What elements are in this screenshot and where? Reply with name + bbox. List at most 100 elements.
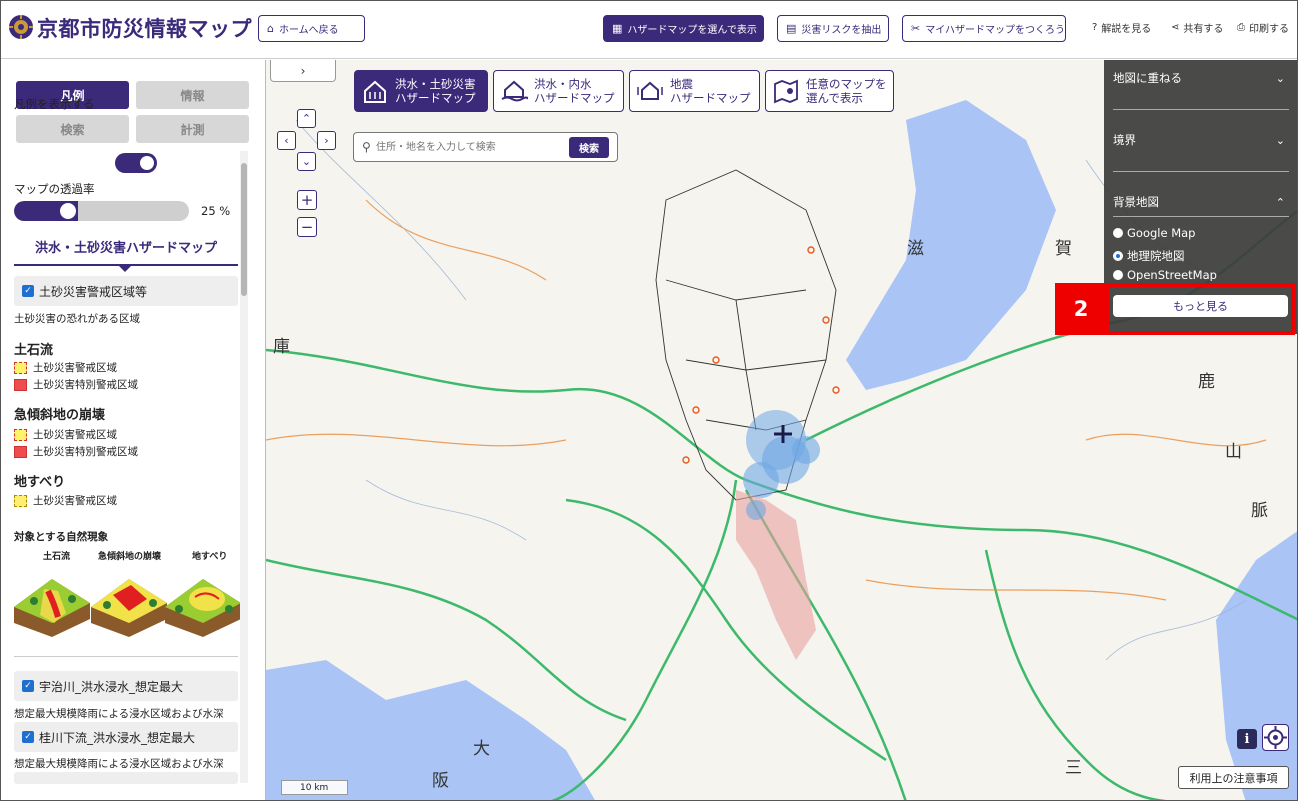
map-label: 鹿 (1198, 372, 1215, 392)
tab-flood-inland[interactable]: 洪水・内水 ハザードマップ (493, 70, 624, 112)
basemap-option-label: Google Map (1127, 226, 1196, 240)
zoom-out-button[interactable]: − (297, 217, 317, 237)
sidebar-divider (14, 656, 238, 657)
show-legend-label: 凡例を表示する (14, 97, 95, 111)
map-scale: 10 km (281, 780, 348, 795)
pan-down-button[interactable]: ⌄ (297, 152, 316, 171)
flooded-house-icon (501, 80, 528, 102)
basemap-option-gsi[interactable]: 地理院地図 (1113, 248, 1185, 264)
app-frame: 京都市防災情報マップ ⌂ ホームへ戻る ▦ ハザードマップを選んで表示 ▤ 災害… (0, 0, 1298, 801)
zoom-in-button[interactable]: + (297, 190, 317, 210)
chevron-down-icon: ⌄ (301, 155, 312, 168)
pan-up-button[interactable]: ⌃ (297, 109, 316, 128)
basemap-option-osm[interactable]: OpenStreetMap (1113, 268, 1217, 281)
pan-right-button[interactable]: › (317, 131, 336, 150)
current-location-button[interactable] (1262, 724, 1289, 751)
map-label: 三 (1065, 758, 1082, 778)
opacity-slider[interactable] (14, 201, 189, 221)
phenomena-label: 土石流 (43, 552, 71, 562)
chevron-down-icon[interactable]: ⌄ (1276, 72, 1285, 85)
search-input[interactable] (376, 138, 566, 156)
legend-swatch (14, 445, 27, 458)
opacity-value: 25 % (201, 204, 231, 218)
layer-katsura-toggle[interactable]: ✓ 桂川下流_洪水浸水_想定最大 (14, 722, 238, 752)
home-button[interactable]: ⌂ ホームへ戻る (258, 15, 365, 42)
tab-measure[interactable]: 計測 (136, 115, 249, 143)
divider (1113, 216, 1289, 217)
header: 京都市防災情報マップ ⌂ ホームへ戻る ▦ ハザードマップを選んで表示 ▤ 災害… (1, 1, 1297, 59)
tab-line2: ハザードマップ (534, 91, 615, 105)
phenomena-title: 対象とする自然現象 (14, 531, 109, 543)
legend-swatch (14, 378, 27, 391)
annotation-highlight-box (1105, 283, 1295, 335)
legend-swatch (14, 494, 27, 507)
tab-custom-map[interactable]: 任意のマップを 選んで表示 (765, 70, 894, 112)
my-hazard-map-button[interactable]: ✂ マイハザードマップをつくろう (902, 15, 1066, 42)
chevron-left-icon: ‹ (284, 134, 289, 147)
pan-left-button[interactable]: ‹ (277, 131, 296, 150)
radio-icon[interactable] (1113, 269, 1123, 280)
tab-flood-sediment[interactable]: 洪水・土砂災害 ハザードマップ (354, 70, 488, 112)
divider (1113, 109, 1289, 110)
chevron-up-icon[interactable]: ⌃ (1276, 196, 1285, 209)
legend-item: 土砂災害特別警戒区域 (14, 444, 138, 459)
tab-earthquake[interactable]: 地震 ハザードマップ (629, 70, 760, 112)
search-icon: ⚲ (362, 140, 371, 154)
tab-search[interactable]: 検索 (16, 115, 129, 143)
minus-icon: − (300, 218, 314, 236)
city-crest-icon (9, 15, 33, 39)
map-label: 山 (1225, 442, 1242, 462)
map-pin-icon (774, 79, 798, 104)
print-link-label: 印刷する (1249, 24, 1289, 35)
select-hazard-button[interactable]: ▦ ハザードマップを選んで表示 (603, 15, 764, 42)
map-label: 脈 (1251, 501, 1268, 521)
checkbox-checked-icon[interactable]: ✓ (22, 285, 34, 297)
radio-icon[interactable] (1113, 228, 1123, 238)
show-legend-toggle[interactable] (115, 153, 157, 173)
landslide-title: 地すべり (14, 475, 66, 490)
boundary-title[interactable]: 境界 (1113, 132, 1136, 148)
checkbox-checked-icon[interactable]: ✓ (22, 680, 34, 692)
info-icon[interactable]: i (1237, 729, 1257, 749)
legend-item-label: 土砂災害特別警戒区域 (33, 379, 138, 391)
share-link[interactable]: ⋖ 共有する (1171, 20, 1223, 35)
basemap-title[interactable]: 背景地図 (1113, 194, 1159, 210)
select-hazard-label: ハザードマップを選んで表示 (627, 25, 757, 36)
legend-item: 土砂災害警戒区域 (14, 427, 117, 442)
basemap-option-label: OpenStreetMap (1127, 268, 1217, 281)
chevron-down-icon[interactable]: ⌄ (1276, 134, 1285, 147)
opacity-slider-handle[interactable] (58, 201, 78, 221)
extract-risk-button[interactable]: ▤ 災害リスクを抽出 (777, 15, 889, 42)
map-label: 阪 (432, 771, 449, 791)
layer-next-toggle[interactable] (14, 772, 238, 784)
map-label: 賀 (1055, 239, 1072, 259)
checkbox-checked-icon[interactable]: ✓ (22, 731, 34, 743)
legend-swatch (14, 361, 27, 374)
help-link[interactable]: ? 解説を見る (1092, 20, 1151, 35)
radio-selected-icon[interactable] (1113, 251, 1123, 261)
annotation-step-label: 2 (1055, 283, 1107, 335)
steep-slope-title: 急傾斜地の崩壊 (14, 408, 106, 423)
map-select-icon: ▦ (612, 22, 623, 35)
plus-icon: + (300, 191, 314, 209)
sidebar-scroll-thumb[interactable] (241, 163, 247, 296)
help-link-label: 解説を見る (1101, 24, 1152, 35)
basemap-option-google[interactable]: Google Map (1113, 226, 1195, 240)
debris-flow-title: 土石流 (14, 343, 54, 358)
layer-uji-toggle[interactable]: ✓ 宇治川_洪水浸水_想定最大 (14, 671, 238, 701)
document-search-icon: ▤ (786, 22, 797, 35)
tab-info[interactable]: 情報 (136, 81, 249, 109)
usage-notice-button[interactable]: 利用上の注意事項 (1178, 766, 1289, 789)
app-title: 京都市防災情報マップ (37, 17, 252, 41)
map-label: 滋 (907, 239, 924, 259)
sidebar-collapse-button[interactable]: › (270, 60, 336, 82)
search-button[interactable]: 検索 (569, 137, 609, 158)
overlay-title[interactable]: 地図に重ねる (1113, 70, 1182, 86)
map-label: 大 (473, 739, 490, 759)
tab-line1: 地震 (670, 77, 693, 91)
print-link[interactable]: ⎙ 印刷する (1237, 20, 1289, 35)
question-icon: ? (1092, 22, 1098, 33)
share-icon: ⋖ (1171, 22, 1180, 33)
tab-line2: ハザードマップ (670, 91, 751, 105)
layer-sediment-toggle[interactable]: ✓ 土砂災害警戒区域等 (14, 276, 238, 306)
